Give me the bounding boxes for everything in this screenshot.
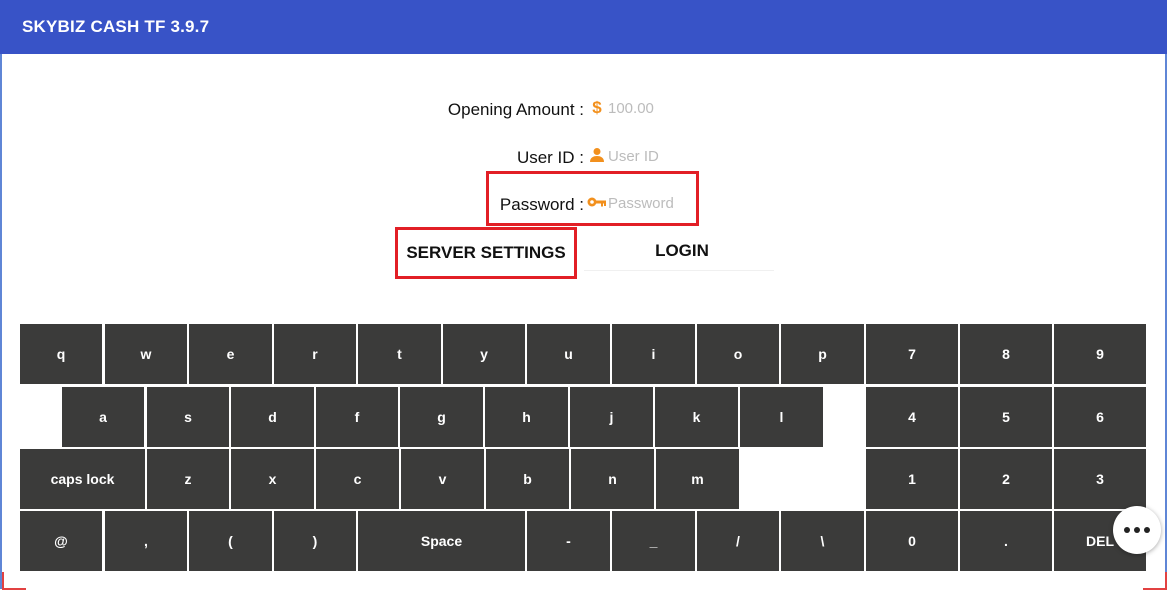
key-i[interactable]: i [612,324,695,384]
key-2[interactable]: 2 [960,449,1052,509]
key-r[interactable]: r [274,324,356,384]
app-header: SKYBIZ CASH TF 3.9.7 [0,0,1167,54]
key-d[interactable]: d [231,387,314,447]
user-id-input[interactable] [608,145,748,167]
key-z[interactable]: z [147,449,229,509]
login-button-underline [584,270,774,271]
key-x[interactable]: x [231,449,314,509]
dollar-icon: $ [592,98,602,117]
key-0[interactable]: 0 [866,511,958,571]
key-k[interactable]: k [655,387,738,447]
key-backslash[interactable]: \ [781,511,864,571]
key-s[interactable]: s [147,387,229,447]
opening-amount-input[interactable] [608,97,748,119]
key-8[interactable]: 8 [960,324,1052,384]
opening-amount-label: Opening Amount : [447,100,584,119]
key-3[interactable]: 3 [1054,449,1146,509]
key-7[interactable]: 7 [866,324,958,384]
key-comma[interactable]: , [105,511,187,571]
user-id-label: User ID : [516,148,584,167]
key-o[interactable]: o [697,324,779,384]
password-input[interactable] [608,192,748,214]
corner-mark-right [1143,572,1167,590]
key-9[interactable]: 9 [1054,324,1146,384]
key-slash[interactable]: / [697,511,779,571]
key-j[interactable]: j [570,387,653,447]
key-space[interactable]: Space [358,511,525,571]
key-icon [587,194,607,210]
more-horizontal-icon[interactable] [1113,506,1161,554]
key-n[interactable]: n [571,449,654,509]
key-underscore[interactable]: _ [612,511,695,571]
password-label: Password : [499,195,584,214]
app-title: SKYBIZ CASH TF 3.9.7 [22,17,210,36]
key-e[interactable]: e [189,324,272,384]
key-1[interactable]: 1 [866,449,958,509]
key-caps-lock[interactable]: caps lock [20,449,145,509]
key-b[interactable]: b [486,449,569,509]
key-p[interactable]: p [781,324,864,384]
key-w[interactable]: w [105,324,187,384]
key-6[interactable]: 6 [1054,387,1146,447]
server-settings-button[interactable]: SERVER SETTINGS [398,230,574,276]
key-5[interactable]: 5 [960,387,1052,447]
key-y[interactable]: y [443,324,525,384]
key-q[interactable]: q [20,324,102,384]
key-u[interactable]: u [527,324,610,384]
key-4[interactable]: 4 [866,387,958,447]
key-c[interactable]: c [316,449,399,509]
person-icon [589,146,605,164]
key-v[interactable]: v [401,449,484,509]
key-t[interactable]: t [358,324,441,384]
key-open-paren[interactable]: ( [189,511,272,571]
key-h[interactable]: h [485,387,568,447]
corner-mark-left [2,572,26,590]
login-button[interactable]: LOGIN [584,230,780,272]
key-a[interactable]: a [62,387,144,447]
key-dot[interactable]: . [960,511,1052,571]
key-at[interactable]: @ [20,511,102,571]
key-l[interactable]: l [740,387,823,447]
key-g[interactable]: g [400,387,483,447]
key-close-paren[interactable]: ) [274,511,356,571]
key-dash[interactable]: - [527,511,610,571]
key-f[interactable]: f [316,387,398,447]
key-m[interactable]: m [656,449,739,509]
